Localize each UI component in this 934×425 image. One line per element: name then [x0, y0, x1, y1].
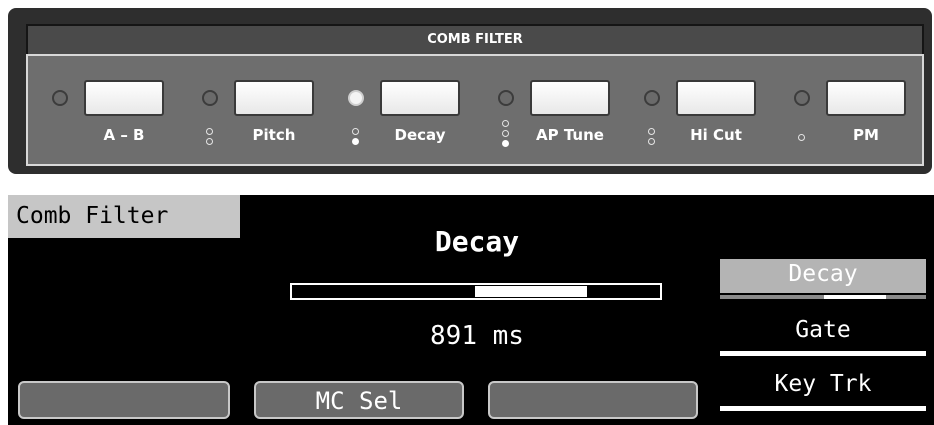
- comb-filter-panel: COMB FILTER A – B Pitch Decay AP Tune Hi…: [8, 8, 932, 174]
- led-pm: [794, 90, 810, 106]
- soft-button-3[interactable]: [488, 381, 698, 419]
- parameter-bar-fill: [475, 286, 587, 297]
- indicator-dot: [206, 138, 213, 145]
- led-hi-cut: [644, 90, 660, 106]
- led-pitch: [202, 90, 218, 106]
- effect-tab: Comb Filter: [8, 195, 240, 238]
- led-ap-tune: [498, 90, 514, 106]
- indicator-dot: [648, 138, 655, 145]
- option-decay-underline: [720, 295, 926, 299]
- indicator-dot: [352, 138, 359, 145]
- indicator-dot: [352, 128, 359, 135]
- parameter-bar: [290, 283, 662, 300]
- option-gate-underline: [720, 351, 926, 356]
- indicator-dot: [502, 130, 509, 137]
- indicator-dot: [798, 134, 805, 141]
- indicator-dot: [502, 120, 509, 127]
- parameter-title: Decay: [434, 225, 520, 258]
- option-gate[interactable]: Gate: [720, 315, 926, 349]
- decay-label: Decay: [394, 126, 446, 144]
- hi-cut-button[interactable]: [676, 80, 756, 116]
- option-key-trk-underline: [720, 406, 926, 411]
- hi-cut-label: Hi Cut: [690, 126, 742, 144]
- pitch-label: Pitch: [252, 126, 296, 144]
- lcd-display: Comb Filter Decay 891 ms MC Sel Decay Ga…: [8, 195, 934, 425]
- indicator-dot: [648, 128, 655, 135]
- option-decay-indicator: [824, 295, 886, 299]
- parameter-value: 891 ms: [430, 321, 524, 351]
- pm-label: PM: [853, 126, 879, 144]
- mc-sel-button[interactable]: MC Sel: [254, 381, 464, 419]
- pitch-button[interactable]: [234, 80, 314, 116]
- led-a-b: [52, 90, 68, 106]
- a-b-button[interactable]: [84, 80, 164, 116]
- ap-tune-button[interactable]: [530, 80, 610, 116]
- pm-button[interactable]: [826, 80, 906, 116]
- panel-body: A – B Pitch Decay AP Tune Hi Cut PM: [26, 54, 924, 166]
- soft-button-1[interactable]: [18, 381, 230, 419]
- ap-tune-label: AP Tune: [536, 126, 604, 144]
- a-b-label: A – B: [103, 126, 145, 144]
- option-decay[interactable]: Decay: [720, 259, 926, 293]
- option-key-trk[interactable]: Key Trk: [720, 369, 926, 403]
- indicator-dot: [502, 140, 509, 147]
- indicator-dot: [206, 128, 213, 135]
- panel-title: COMB FILTER: [26, 24, 924, 54]
- led-decay: [348, 90, 364, 106]
- decay-button[interactable]: [380, 80, 460, 116]
